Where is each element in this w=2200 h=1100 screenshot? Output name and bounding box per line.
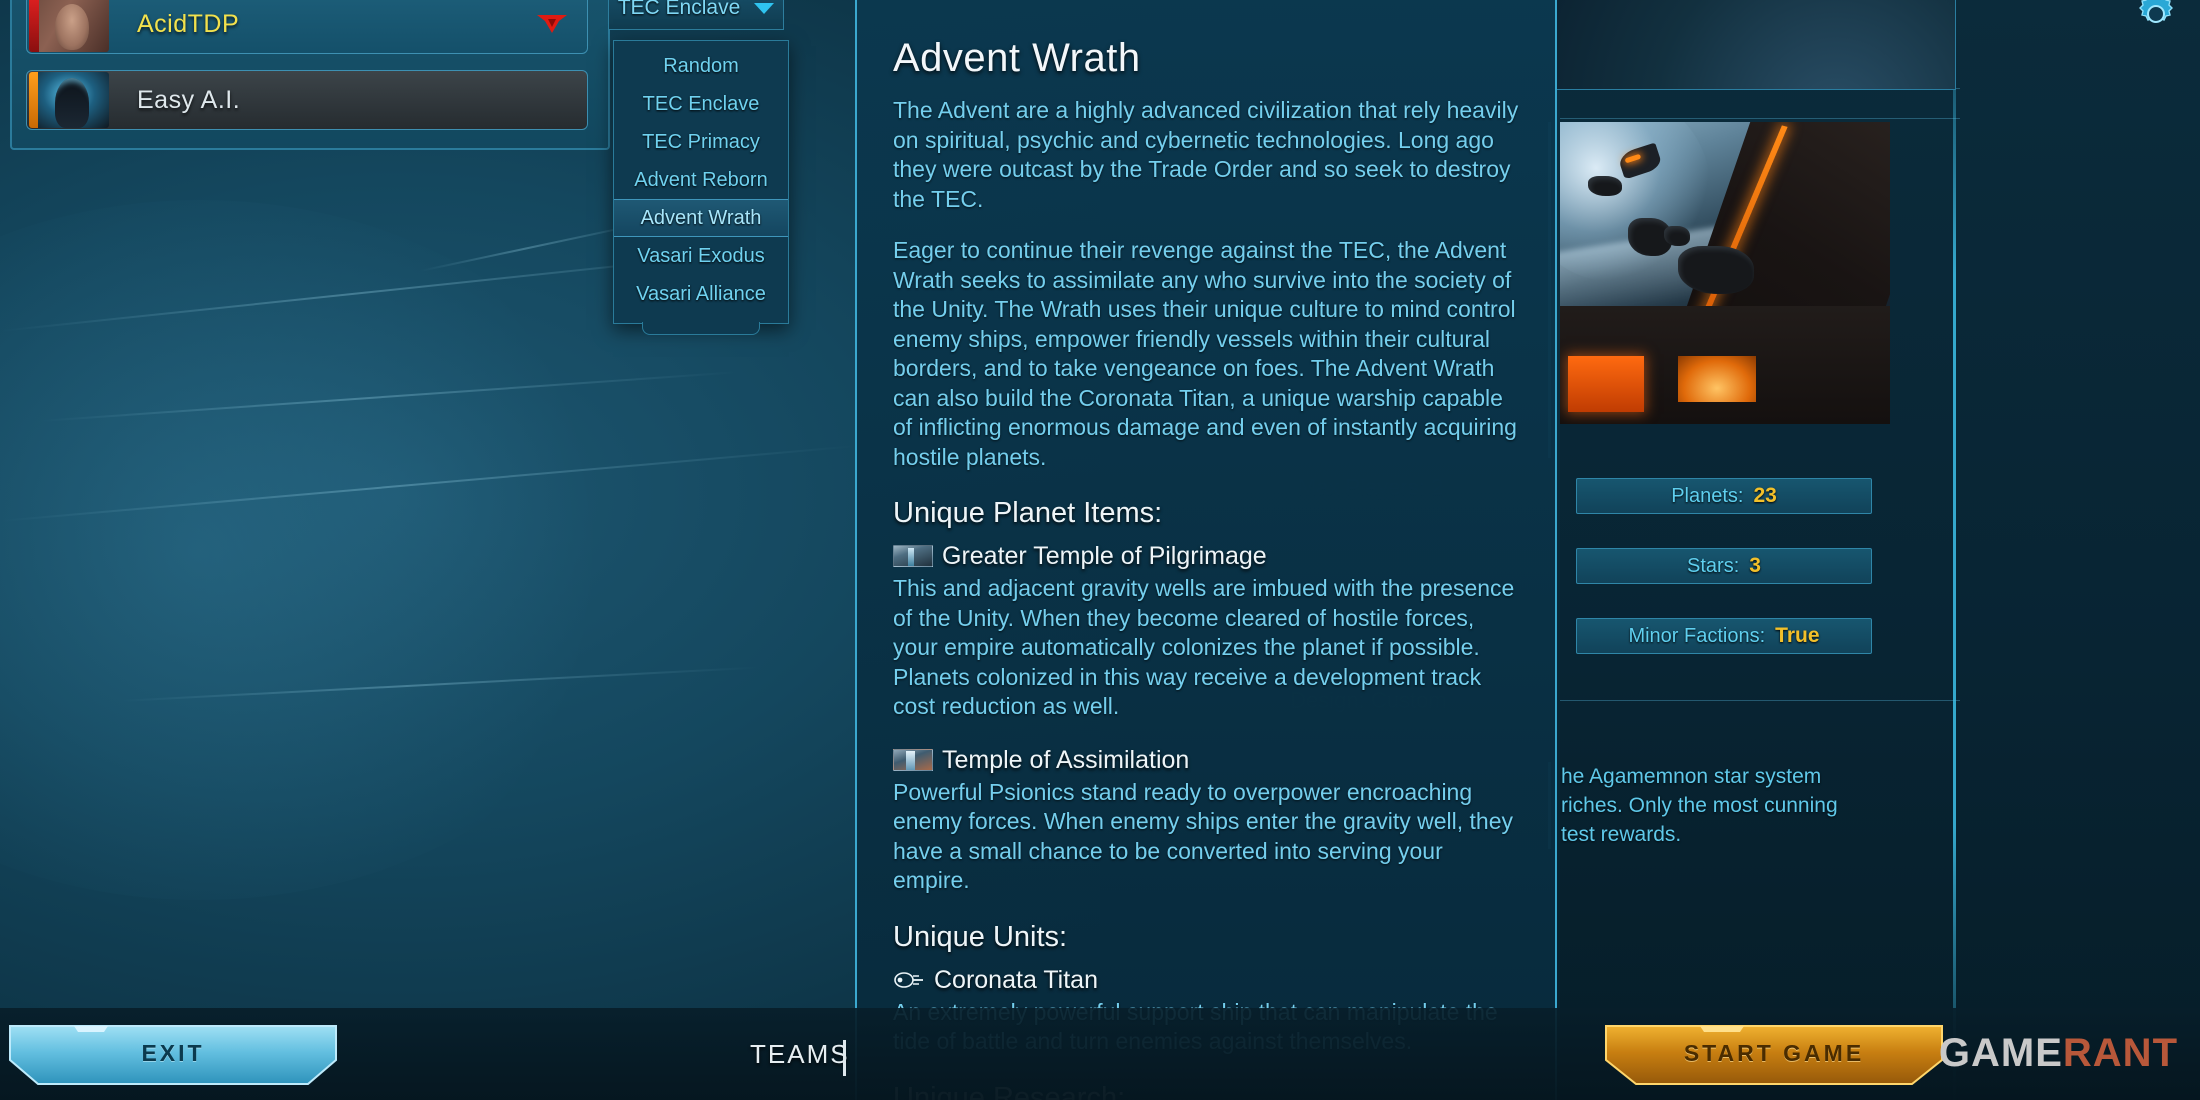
faction-dropdown-value: TEC Enclave xyxy=(617,0,741,19)
start-game-button-label: START GAME xyxy=(1683,1039,1865,1066)
entry-name: Temple of Assimilation xyxy=(942,745,1190,774)
watermark-game: GAME xyxy=(1938,1031,2063,1075)
watermark-rant: RANT xyxy=(2062,1031,2178,1075)
stat-planets[interactable]: Planets: 23 xyxy=(1576,478,1872,514)
faction-option-vasari-exodus[interactable]: Vasari Exodus xyxy=(614,237,788,275)
faction-option-advent-wrath[interactable]: Advent Wrath xyxy=(614,199,788,237)
stat-value: 23 xyxy=(1753,484,1777,507)
bg-streak xyxy=(119,666,760,702)
chevron-down-icon xyxy=(754,2,775,14)
temple-assimilation-icon xyxy=(893,748,933,771)
tooltip-paragraph: Eager to continue their revenge against … xyxy=(893,237,1517,470)
map-header-strip xyxy=(1556,0,1956,90)
stat-label: Stars: xyxy=(1687,554,1740,577)
stat-value: True xyxy=(1775,624,1820,647)
game-lobby-screen: Max Players: 2 Design: Custom AcidTDP Ea… xyxy=(0,0,2200,1100)
temple-pilgrimage-icon xyxy=(893,545,933,567)
faction-option-tec-primacy[interactable]: TEC Primacy xyxy=(614,123,788,161)
entry-description: This and adjacent gravity wells are imbu… xyxy=(893,575,1515,719)
faction-dropdown-button[interactable]: TEC Enclave xyxy=(608,0,784,30)
divider xyxy=(1560,118,1960,119)
tooltip-title: Advent Wrath xyxy=(893,36,1141,80)
map-preview-image xyxy=(1560,122,1890,424)
gear-icon[interactable] xyxy=(2134,0,2178,36)
player-slot-ai[interactable]: Easy A.I. xyxy=(26,70,588,130)
faction-tooltip-panel: Advent Wrath The Advent are a highly adv… xyxy=(855,0,1557,1100)
bottom-bar: EXIT TEAMS START GAME GAMERANT xyxy=(0,1008,2200,1100)
section-heading-unique-units: Unique Units: xyxy=(893,920,1068,953)
coronata-titan-icon xyxy=(894,971,923,988)
space-backdrop xyxy=(1557,0,1955,89)
faction-dropdown-list[interactable]: Random TEC Enclave TEC Primacy Advent Re… xyxy=(613,40,789,335)
map-description-line: riches. Only the most cunning xyxy=(1561,794,1838,817)
bg-streak xyxy=(39,371,739,422)
exit-button[interactable]: EXIT xyxy=(8,1020,338,1086)
text-cursor xyxy=(843,1040,846,1076)
bg-streak xyxy=(0,445,857,522)
entry-description: Powerful Psionics stand ready to overpow… xyxy=(893,778,1514,894)
exit-button-label: EXIT xyxy=(141,1039,205,1066)
player-slots-panel: AcidTDP Easy A.I. xyxy=(10,0,610,150)
entry-temple-of-assimilation: Temple of Assimilation xyxy=(893,744,1519,776)
teams-label[interactable]: TEAMS xyxy=(750,1039,850,1070)
map-preview-frame[interactable] xyxy=(1548,122,1968,458)
player-slot-human[interactable]: AcidTDP xyxy=(26,0,588,54)
faction-option-vasari-alliance[interactable]: Vasari Alliance xyxy=(614,275,788,313)
stat-stars[interactable]: Stars: 3 xyxy=(1576,548,1872,584)
stat-value: 3 xyxy=(1749,554,1761,577)
avatar xyxy=(29,0,109,52)
gamerant-watermark: GAMERANT xyxy=(1939,1031,2178,1076)
map-description: he Agamemnon star system riches. Only th… xyxy=(1548,762,1948,849)
map-description-line: he Agamemnon star system xyxy=(1561,765,1822,788)
avatar xyxy=(29,72,109,128)
faction-option-tec-enclave[interactable]: TEC Enclave xyxy=(614,85,788,123)
stat-minor-factions[interactable]: Minor Factions: True xyxy=(1576,618,1872,654)
entry-name: Coronata Titan xyxy=(934,965,1098,994)
section-heading-unique-planet-items: Unique Planet Items: xyxy=(893,497,1163,529)
advent-insignia-icon xyxy=(537,15,567,33)
bg-glow xyxy=(0,200,650,900)
player-name: AcidTDP xyxy=(137,9,240,38)
player-name: Easy A.I. xyxy=(137,85,241,114)
entry-greater-temple-of-pilgrimage: Greater Temple of Pilgrimage xyxy=(893,540,1519,572)
tooltip-paragraph: The Advent are a highly advanced civiliz… xyxy=(893,97,1519,212)
map-description-line: test rewards. xyxy=(1561,823,1682,846)
stat-label: Planets: xyxy=(1671,484,1744,507)
start-game-button[interactable]: START GAME xyxy=(1604,1020,1944,1086)
entry-coronata-titan: Coronata Titan xyxy=(893,964,1519,996)
divider xyxy=(1560,700,1960,701)
faction-option-random[interactable]: Random xyxy=(614,47,788,85)
stat-label: Minor Factions: xyxy=(1628,624,1766,647)
entry-name: Greater Temple of Pilgrimage xyxy=(942,542,1267,570)
faction-option-advent-reborn[interactable]: Advent Reborn xyxy=(614,161,788,199)
